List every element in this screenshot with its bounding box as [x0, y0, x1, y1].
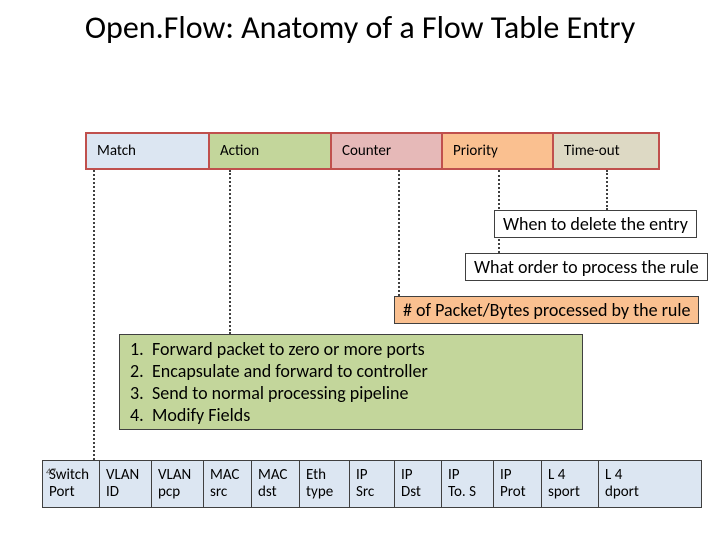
match-mac-src: MACsrc	[204, 461, 252, 507]
match-ip-prot: IPProt	[494, 461, 542, 507]
callout-timeout: When to delete the entry	[494, 210, 697, 238]
flow-entry-fields: Match Action Counter Priority Time-out	[85, 132, 662, 170]
connector-counter	[398, 170, 400, 296]
slide-title: Open.Flow: Anatomy of a Flow Table Entry	[0, 0, 720, 47]
match-mac-dst: MACdst	[252, 461, 300, 507]
match-fields-row: SwitchPort VLANID VLANpcp MACsrc MACdst …	[42, 460, 702, 508]
match-ip-tos: IPTo. S	[442, 461, 494, 507]
match-l4-dport: L 4dport	[599, 461, 656, 507]
action-item-1: 1.Forward packet to zero or more ports	[130, 339, 572, 361]
connector-timeout	[606, 170, 608, 210]
field-timeout: Time-out	[552, 132, 660, 170]
match-eth-type: Ethtype	[300, 461, 350, 507]
callout-priority: What order to process the rule	[465, 253, 708, 281]
match-vlan-id: VLANID	[100, 461, 152, 507]
connector-match	[93, 170, 95, 460]
field-action: Action	[208, 132, 332, 170]
callout-counter: # of Packet/Bytes processed by the rule	[394, 296, 699, 324]
field-match: Match	[85, 132, 210, 170]
match-ip-src: IPSrc	[350, 461, 395, 507]
match-vlan-pcp: VLANpcp	[152, 461, 204, 507]
field-priority: Priority	[441, 132, 554, 170]
match-l4-sport: L 4sport	[542, 461, 599, 507]
action-list-box: 1.Forward packet to zero or more ports 2…	[119, 334, 583, 430]
action-item-2: 2.Encapsulate and forward to controller	[130, 361, 572, 383]
field-counter: Counter	[330, 132, 443, 170]
match-ip-dst: IPDst	[395, 461, 442, 507]
connector-action	[229, 170, 231, 334]
page-number: 47	[46, 465, 56, 478]
action-item-4: 4.Modify Fields	[130, 405, 572, 427]
action-item-3: 3.Send to normal processing pipeline	[130, 383, 572, 405]
